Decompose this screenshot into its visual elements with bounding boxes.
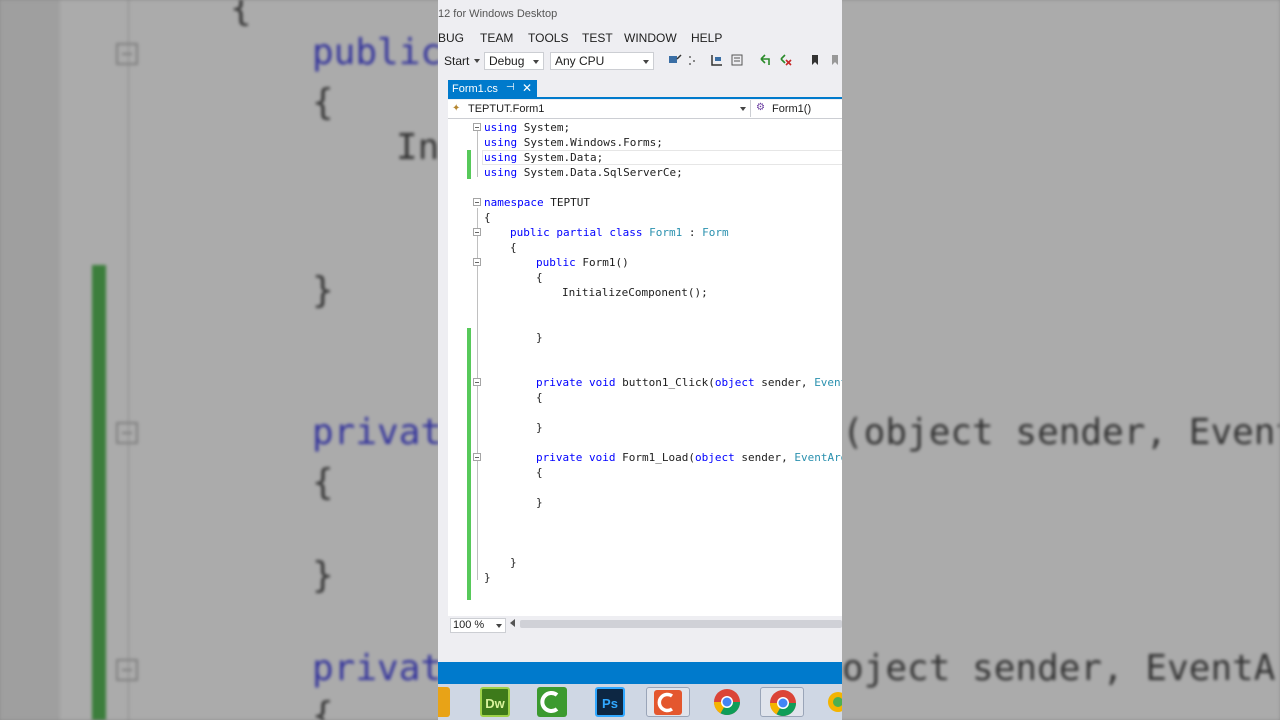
scroll-left-icon[interactable] — [510, 619, 515, 627]
code-line: { — [510, 241, 517, 254]
code-line: InitializeComponent(); — [562, 286, 708, 299]
collapse-icon[interactable] — [473, 123, 481, 131]
status-bar — [438, 662, 842, 684]
code-line: { — [536, 466, 543, 479]
code-line: private void Form1_Load(object sender, E… — [536, 451, 842, 464]
code-line: { — [536, 391, 543, 404]
menu-tools[interactable]: TOOLS — [528, 31, 568, 45]
undo-icon[interactable] — [758, 53, 772, 67]
code-line: namespace TEPTUT — [484, 196, 590, 209]
collapse-icon[interactable] — [473, 378, 481, 386]
bookmark-icon[interactable] — [808, 53, 822, 67]
taskbar: Dw Ps — [438, 684, 842, 720]
tab-form1-cs[interactable]: Form1.cs ⊣ ✕ — [448, 80, 537, 98]
code-line: { — [536, 271, 543, 284]
chrome-icon[interactable] — [712, 687, 742, 717]
collapse-icon[interactable] — [473, 198, 481, 206]
code-line: public Form1() — [536, 256, 629, 269]
horizontal-scrollbar[interactable] — [520, 620, 842, 628]
zoom-select[interactable]: 100 % — [450, 618, 506, 633]
code-line: { — [484, 211, 491, 224]
member-scope-value: Form1() — [772, 103, 812, 115]
camtasia-icon[interactable] — [537, 687, 567, 717]
toolbar: Start Debug Any CPU — [438, 50, 842, 72]
collapse-icon[interactable] — [473, 258, 481, 266]
code-line: } — [536, 496, 543, 509]
camtasia-recorder-icon[interactable] — [646, 687, 690, 717]
bookmark-next-icon[interactable] — [828, 53, 842, 67]
platform-select[interactable]: Any CPU — [550, 52, 654, 70]
taskbar-app-partial[interactable] — [438, 687, 450, 717]
dreamweaver-icon[interactable]: Dw — [480, 687, 510, 717]
menu-help[interactable]: HELP — [691, 31, 722, 45]
navigation-bar: ✦ TEPTUT.Form1 ⚙ Form1() — [448, 100, 842, 119]
configuration-value: Debug — [489, 54, 525, 68]
code-line: } — [510, 556, 517, 569]
code-line: } — [484, 571, 491, 584]
chevron-down-icon — [740, 107, 746, 111]
step-into-icon[interactable] — [710, 53, 724, 67]
chrome-active-icon[interactable] — [760, 687, 804, 717]
code-line: } — [536, 421, 543, 434]
misc-app-icon[interactable] — [826, 687, 842, 717]
find-in-files-icon[interactable] — [668, 53, 682, 67]
zoom-value: 100 % — [453, 619, 485, 631]
tab-label: Form1.cs — [452, 83, 498, 95]
window-title: 12 for Windows Desktop — [438, 8, 558, 20]
menu-window[interactable]: WINDOW — [624, 31, 677, 45]
toolbar-dots-icon[interactable] — [686, 53, 700, 67]
collapse-icon[interactable] — [473, 453, 481, 461]
change-marker — [467, 150, 471, 179]
tab-underline — [448, 97, 842, 99]
visual-studio-window: 12 for Windows Desktop BUG TEAM TOOLS TE… — [438, 0, 842, 720]
start-button[interactable]: Start — [444, 54, 469, 68]
start-dropdown-icon[interactable] — [474, 59, 480, 63]
class-scope-value: TEPTUT.Form1 — [468, 103, 545, 115]
method-icon: ⚙ — [756, 102, 765, 113]
code-line: private void button1_Click(object sender… — [536, 376, 842, 389]
class-scope-dropdown[interactable]: ✦ TEPTUT.Form1 — [448, 100, 751, 117]
collapse-icon[interactable] — [473, 228, 481, 236]
menu-team[interactable]: TEAM — [480, 31, 513, 45]
code-line: using System; — [484, 121, 571, 134]
class-icon: ✦ — [452, 103, 461, 114]
platform-value: Any CPU — [555, 54, 605, 68]
redo-icon[interactable] — [778, 53, 792, 67]
code-editor[interactable]: using System; using System.Windows.Forms… — [448, 119, 842, 616]
pin-icon[interactable]: ⊣ — [506, 82, 515, 93]
editor-bottom-bar: 100 % — [448, 617, 842, 633]
code-line: using System.Windows.Forms; — [484, 136, 663, 149]
code-line: using System.Data.SqlServerCe; — [484, 166, 683, 179]
configuration-select[interactable]: Debug — [484, 52, 544, 70]
code-line: } — [536, 331, 543, 344]
photoshop-icon[interactable]: Ps — [595, 687, 625, 717]
code-line: using System.Data; — [484, 151, 604, 164]
code-line: public partial class Form1 : Form — [510, 226, 729, 239]
menu-test[interactable]: TEST — [582, 31, 613, 45]
step-over-icon[interactable] — [730, 53, 744, 67]
close-icon[interactable]: ✕ — [522, 81, 532, 95]
outline-guide — [477, 129, 478, 177]
menu-bar: BUG TEAM TOOLS TEST WINDOW HELP — [438, 29, 842, 47]
change-marker — [467, 328, 471, 600]
menu-debug[interactable]: BUG — [438, 31, 464, 45]
